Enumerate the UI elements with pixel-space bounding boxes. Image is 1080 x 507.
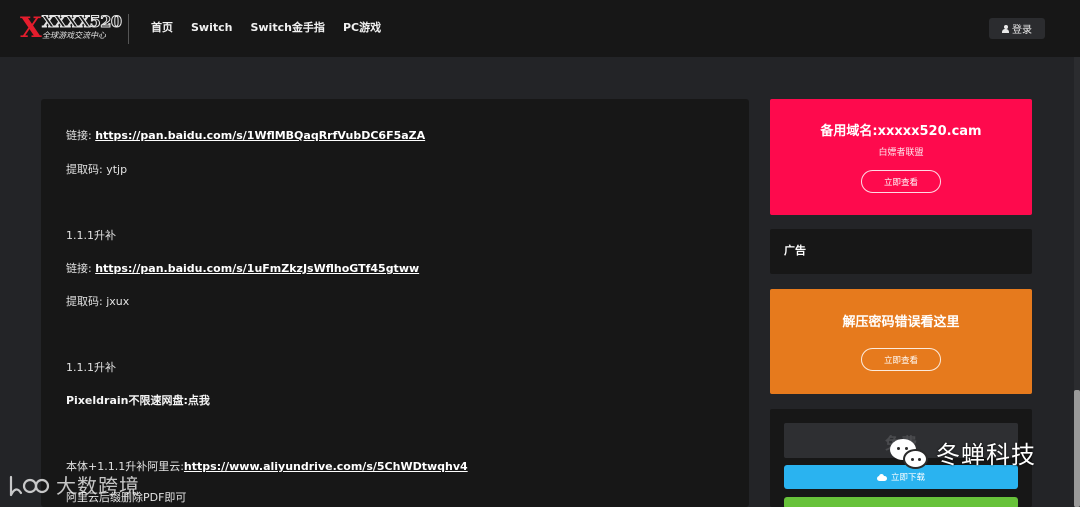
content-line: 本体+1.1.1升补阿里云:https://www.aliyundrive.co… <box>66 460 468 474</box>
pixeldrain-link[interactable]: Pixeldrain不限速网盘:点我 <box>66 394 210 408</box>
wechat-watermark-text: 冬蝉科技 <box>936 441 1036 469</box>
update-label-1: 1.1.1升补 <box>66 229 116 242</box>
wechat-icon <box>890 437 930 473</box>
view-domain-button[interactable]: 立即查看 <box>861 170 941 193</box>
content-line: 链接: https://pan.baidu.com/s/1uFmZkzJsWfl… <box>66 262 419 276</box>
ds-watermark-text: 大数跨境 <box>56 474 140 498</box>
backup-domain-subtitle: 白嫖者联盟 <box>878 148 924 158</box>
page-scrollbar[interactable] <box>1074 57 1080 507</box>
extract-code-1: 提取码: ytjp <box>66 163 128 176</box>
link-prefix: 链接: <box>66 262 96 275</box>
nav-item-home[interactable]: 首页 <box>151 21 173 35</box>
password-help-card: 解压密码错误看这里 立即查看 <box>770 289 1032 394</box>
link-prefix: 本体+1.1.1升补阿里云: <box>66 460 184 473</box>
aliyun-link[interactable]: https://www.aliyundrive.com/s/5ChWDtwqhv… <box>184 460 468 473</box>
logo-tagline: 全球游戏交流中心 <box>42 31 106 40</box>
header-divider <box>128 14 129 44</box>
secondary-download-button[interactable] <box>784 497 1018 507</box>
wechat-watermark: 冬蝉科技 <box>890 437 1036 473</box>
cloud-download-icon <box>876 473 887 481</box>
logo-number: XXXX520 <box>42 12 123 31</box>
site-logo[interactable]: X XXXX520 全球游戏交流中心 <box>20 11 123 46</box>
view-password-button[interactable]: 立即查看 <box>861 348 941 371</box>
login-label: 登录 <box>1012 25 1032 36</box>
logo-mark: X <box>20 11 42 44</box>
ad-title: 广告 <box>784 244 806 257</box>
user-icon <box>1002 24 1009 33</box>
content-line: 链接: https://pan.baidu.com/s/1WflMBQaqRrf… <box>66 129 425 143</box>
nav-item-pc-games[interactable]: PC游戏 <box>343 21 381 35</box>
password-help-title: 解压密码错误看这里 <box>842 315 960 330</box>
ad-card: 广告 <box>770 229 1032 274</box>
backup-domain-title: 备用域名:xxxxx520.cam <box>820 124 982 139</box>
extract-code-2: 提取码: jxux <box>66 295 130 308</box>
main-nav: 首页 Switch Switch金手指 PC游戏 <box>151 21 381 35</box>
update-label-2: 1.1.1升补 <box>66 361 116 374</box>
baidu-link-1[interactable]: https://pan.baidu.com/s/1WflMBQaqRrfVubD… <box>95 129 425 142</box>
baidu-link-2[interactable]: https://pan.baidu.com/s/1uFmZkzJsWflhoGT… <box>95 262 419 275</box>
nav-item-switch[interactable]: Switch <box>191 21 232 35</box>
backup-domain-card: 备用域名:xxxxx520.cam 白嫖者联盟 立即查看 <box>770 99 1032 215</box>
login-button[interactable]: 登录 <box>989 18 1045 39</box>
post-content: 链接: https://pan.baidu.com/s/1WflMBQaqRrf… <box>41 99 749 507</box>
ds-watermark: 大数跨境 <box>8 473 140 499</box>
top-header: X XXXX520 全球游戏交流中心 首页 Switch Switch金手指 P… <box>0 0 1080 57</box>
link-prefix: 链接: <box>66 129 96 142</box>
scrollbar-thumb[interactable] <box>1074 390 1080 507</box>
ds-logo-icon <box>9 475 50 497</box>
nav-item-switch-cheats[interactable]: Switch金手指 <box>250 21 324 35</box>
